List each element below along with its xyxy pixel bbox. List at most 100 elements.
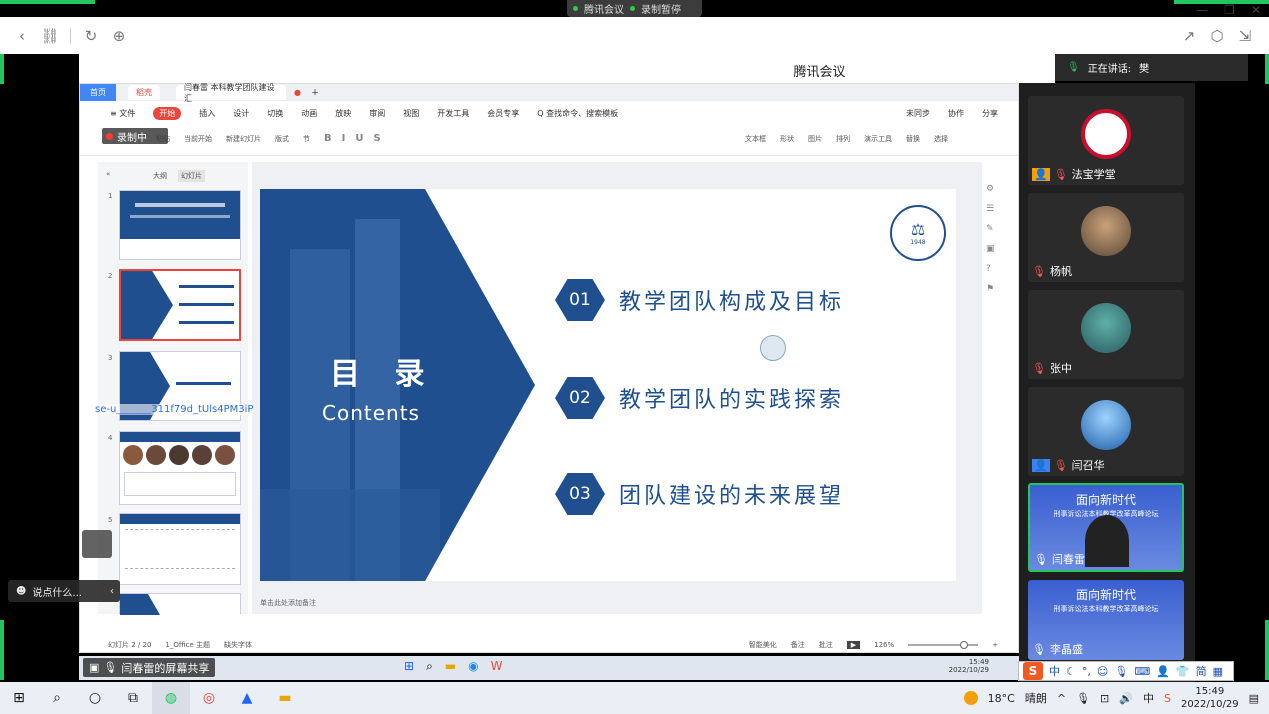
sogou-tray-icon[interactable]: S [1164,692,1171,705]
export-icon[interactable]: ⇲ [1231,27,1259,45]
zoom-level[interactable]: 126% [874,641,894,649]
punct-icon[interactable]: °, [1082,665,1091,678]
textbox-button[interactable]: 文本框 [745,134,766,144]
recording-badge[interactable]: 录制中 [102,128,168,144]
menu-developer[interactable]: 开发工具 [437,108,469,119]
menu-member[interactable]: 会员专享 [487,108,519,119]
weather-sun-icon[interactable] [963,691,978,705]
play-from-current-button[interactable]: 当前开始 [184,134,212,144]
menu-insert[interactable]: 插入 [199,108,215,119]
link-icon[interactable]: ⛓ [36,27,64,45]
chevron-up-icon[interactable]: ^ [1057,692,1066,705]
tool-icon[interactable]: ▣ [986,244,1000,254]
cortana-icon[interactable]: ○ [76,682,114,714]
search-icon[interactable]: ⌕ [38,682,76,714]
menu-slideshow[interactable]: 放映 [335,108,351,119]
user-icon[interactable]: 👤 [1156,665,1170,678]
windows-start-icon[interactable]: ⊞ [0,682,38,714]
tool-icon[interactable]: ? [986,264,1000,274]
recording-pill[interactable]: 腾讯会议 录制暂停 [567,0,702,17]
menu-file[interactable]: ≡ 文件 [110,108,135,119]
menu-review[interactable]: 审阅 [369,108,385,119]
menu-view[interactable]: 视图 [403,108,419,119]
keyboard-icon[interactable]: ⌨ [1134,665,1150,678]
network-icon[interactable]: ⊡ [1100,692,1109,705]
tool-icon[interactable]: ⚑ [986,284,1000,294]
new-tab-icon[interactable]: ＋ [311,87,319,98]
menu-home[interactable]: 开始 [153,106,182,120]
font-format-icons[interactable]: BIUS [324,133,391,144]
chat-input-button[interactable]: ☻ 说点什么... ‹ [8,580,120,602]
minimize-icon[interactable]: — [1196,3,1208,17]
shirt-icon[interactable]: 👕 [1176,665,1190,678]
back-icon[interactable]: ‹ [8,27,36,45]
mic-icon[interactable]: 🎙 [1076,692,1090,705]
arrange-button[interactable]: 排列 [836,134,850,144]
picture-button[interactable]: 图片 [808,134,822,144]
grid-icon[interactable]: ▦ [1213,665,1223,678]
left-tool-handle[interactable] [82,530,112,558]
volume-icon[interactable]: 🔊 [1119,692,1133,705]
tool-icon[interactable]: ☰ [986,204,1000,214]
slide-thumbnail[interactable] [119,431,241,505]
presentation-tools-button[interactable]: 演示工具 [864,134,892,144]
tab-home[interactable]: 首页 [80,84,116,101]
participant-tile-active[interactable]: 面向新时代 刑事诉讼法本科教学改革高峰论坛 🎙 闫春雷 [1028,483,1184,572]
share-icon[interactable]: ↗ [1175,27,1203,45]
tool-icon[interactable]: ⚙ [986,184,1000,194]
notification-icon[interactable]: ▤ [1249,692,1259,705]
box-icon[interactable]: ⬡ [1203,27,1231,45]
participant-tile[interactable]: 面向新时代 刑事诉讼法本科教学改革高峰论坛 🎙 李晶盛 [1028,580,1184,660]
file-explorer-icon[interactable]: ▬ [266,682,304,714]
slide-thumbnail[interactable] [119,190,241,260]
missing-font-button[interactable]: 缺失字体 [224,640,252,650]
section-button[interactable]: 节 [303,134,310,144]
add-note-prompt[interactable]: 单击此处添加备注 [260,598,316,608]
layout-button[interactable]: 版式 [275,134,289,144]
menu-search[interactable]: Q 查找命令、搜索模板 [537,108,618,119]
refresh-icon[interactable]: ↻ [77,27,105,45]
tab-slides[interactable]: 幻灯片 [178,170,205,182]
ime-indicator-icon[interactable]: 中 [1143,690,1154,706]
slide-thumbnail-selected[interactable] [119,269,241,341]
participant-tile[interactable]: 👤 🎙 闫召华 [1028,387,1184,476]
collab-button[interactable]: 协作 [948,108,964,119]
tencent-meeting-icon[interactable]: ▲ [228,682,266,714]
slide-thumbnail[interactable] [119,513,241,585]
wechat-icon[interactable]: ◍ [152,682,190,714]
weather-temp[interactable]: 18°C [988,692,1015,705]
collapse-panel-icon[interactable]: « [106,170,110,178]
beautify-button[interactable]: 智能美化 [749,640,777,650]
select-button[interactable]: 选择 [934,134,948,144]
menu-transition[interactable]: 切换 [267,108,283,119]
sogou-logo-icon[interactable]: S [1023,662,1043,680]
shape-button[interactable]: 形状 [780,134,794,144]
chrome-icon[interactable]: ◎ [190,682,228,714]
close-icon[interactable]: ✕ [1251,3,1261,17]
chevron-left-icon[interactable]: ‹ [110,586,114,597]
globe-icon[interactable]: ⊕ [105,27,133,45]
mic-icon[interactable]: 🎙 [1114,665,1128,678]
tab-docer[interactable]: 稻壳 [128,85,160,100]
clock[interactable]: 15:49 2022/10/29 [1181,685,1239,711]
sync-status[interactable]: 未同步 [906,108,930,119]
play-icon[interactable]: ▶ [846,640,861,649]
replace-button[interactable]: 替换 [906,134,920,144]
slide[interactable]: 目 录 Contents ⚖ 1948 01 教学团队构成及目标 02 教学团队… [260,189,956,581]
menu-animation[interactable]: 动画 [301,108,317,119]
menu-design[interactable]: 设计 [233,108,249,119]
moon-icon[interactable]: ☾ [1066,665,1076,678]
new-slide-button[interactable]: 新建幻灯片 [226,134,261,144]
zoom-in-icon[interactable]: + [992,641,998,649]
ime-language[interactable]: 中 [1049,663,1060,679]
participant-tile[interactable]: 🎙 杨帆 [1028,193,1184,282]
tab-document[interactable]: 闫春雷 本科教学团队建设汇 [176,83,286,103]
emoji-icon[interactable]: ☺ [1097,665,1108,678]
tab-outline[interactable]: 大纲 [153,171,167,181]
participant-tile[interactable]: 🎙 张中 [1028,290,1184,379]
tool-icon[interactable]: ✎ [986,224,1000,234]
task-view-icon[interactable]: ⧉ [114,682,152,714]
ime-simplified[interactable]: 简 [1196,663,1207,679]
comments-button[interactable]: 批注 [819,640,833,650]
emoji-icon[interactable]: ☻ [16,586,26,597]
